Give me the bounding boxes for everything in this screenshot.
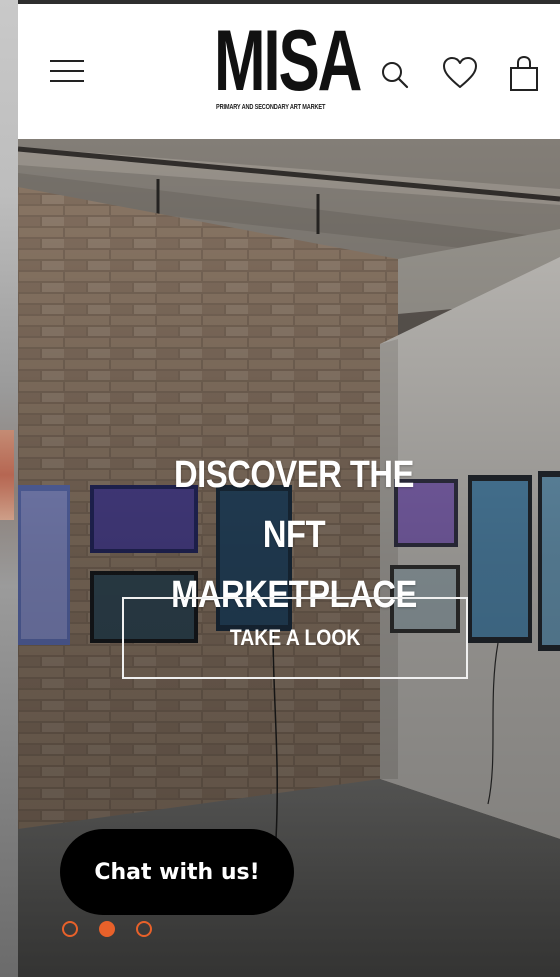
menu-icon[interactable] xyxy=(48,56,86,86)
slide-dot-1[interactable] xyxy=(62,921,78,937)
take-a-look-button[interactable]: TAKE A LOOK xyxy=(122,597,468,679)
slider-pagination xyxy=(62,921,152,937)
slide-dot-2[interactable] xyxy=(99,921,115,937)
logo-tagline: PRIMARY AND SECONDARY ART MARKET xyxy=(216,104,326,111)
background-page-strip xyxy=(0,0,18,977)
background-accent xyxy=(0,430,14,520)
menu-line xyxy=(50,70,84,72)
heart-icon[interactable] xyxy=(442,56,478,90)
chat-button[interactable]: Chat with us! xyxy=(60,829,294,915)
cta-label: TAKE A LOOK xyxy=(229,625,361,650)
hero-banner: DISCOVER THE NFT MARKETPLACE TAKE A LOOK… xyxy=(18,139,560,977)
site-logo[interactable]: MISA PRIMARY AND SECONDARY ART MARKET xyxy=(214,13,374,122)
slide-dot-3[interactable] xyxy=(136,921,152,937)
site-header: MISA PRIMARY AND SECONDARY ART MARKET xyxy=(18,4,560,139)
menu-line xyxy=(50,60,84,62)
shopping-bag-icon[interactable] xyxy=(508,54,540,92)
logo-wordmark: MISA xyxy=(214,13,362,109)
menu-line xyxy=(50,80,84,82)
search-icon[interactable] xyxy=(380,60,410,90)
